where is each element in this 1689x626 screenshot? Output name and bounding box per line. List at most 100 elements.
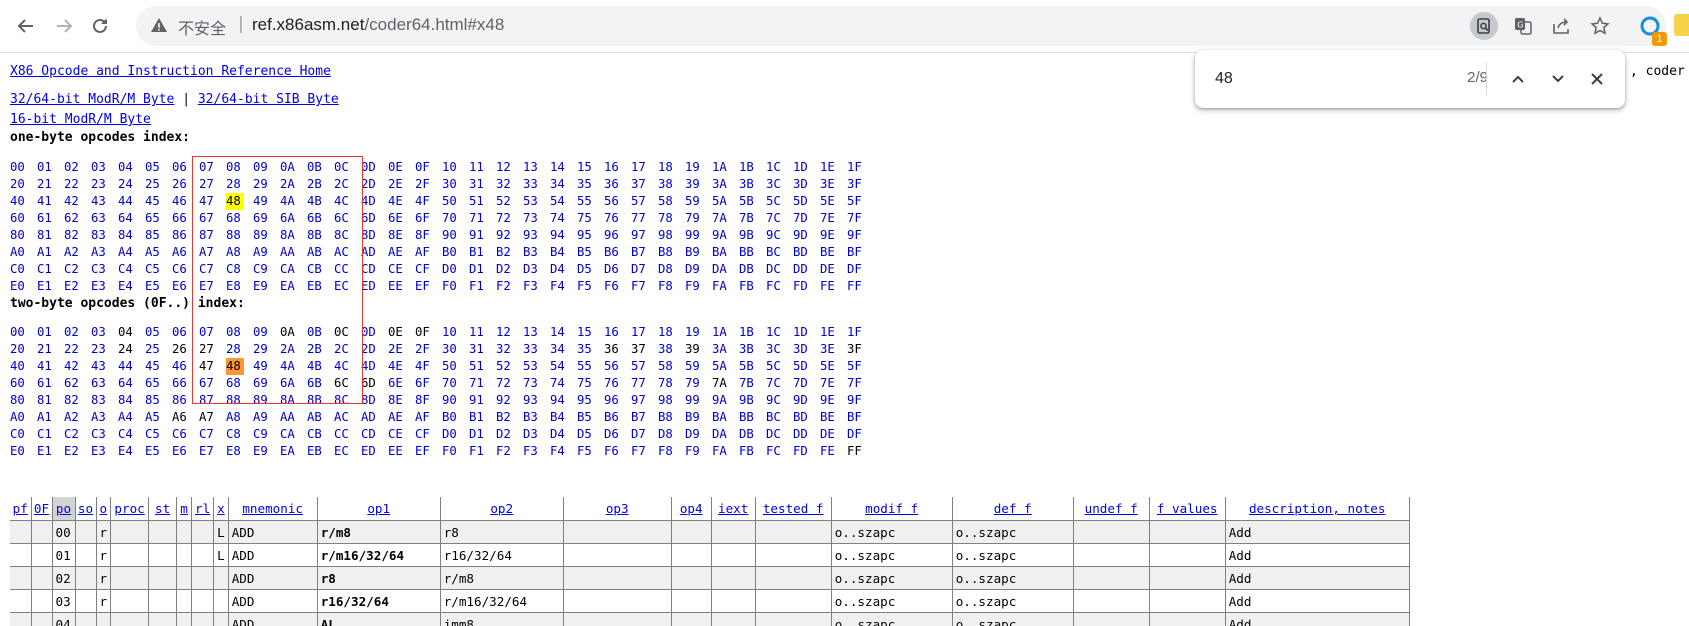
opcode-link-78[interactable]: 78 — [658, 375, 685, 392]
opcode-link-C7[interactable]: C7 — [199, 261, 226, 278]
opcode-link-A3[interactable]: A3 — [91, 409, 118, 426]
opcode-link-BF[interactable]: BF — [847, 244, 874, 261]
link-sib-3264[interactable]: 32/64-bit SIB Byte — [198, 92, 339, 107]
url-text[interactable]: ref.x86asm.net/coder64.html#x48 — [252, 15, 504, 35]
opcode-link-4A[interactable]: 4A — [280, 193, 307, 210]
opcode-link-F8[interactable]: F8 — [658, 278, 685, 295]
opcode-link-44[interactable]: 44 — [118, 358, 145, 375]
opcode-link-77[interactable]: 77 — [631, 210, 658, 227]
opcode-link-8D[interactable]: 8D — [361, 392, 388, 409]
opcode-link-DE[interactable]: DE — [820, 426, 847, 443]
opcode-link-99[interactable]: 99 — [685, 227, 712, 244]
opcode-link-E6[interactable]: E6 — [172, 278, 199, 295]
opcode-link-05[interactable]: 05 — [145, 159, 172, 176]
column-header[interactable]: op3 — [563, 497, 672, 521]
opcode-link-F2[interactable]: F2 — [496, 443, 523, 460]
opcode-link-E7[interactable]: E7 — [199, 278, 226, 295]
opcode-link-F4[interactable]: F4 — [550, 443, 577, 460]
opcode-link-6B[interactable]: 6B — [307, 210, 334, 227]
opcode-link-EC[interactable]: EC — [334, 443, 361, 460]
opcode-link-35[interactable]: 35 — [577, 176, 604, 193]
opcode-link-BB[interactable]: BB — [739, 244, 766, 261]
opcode-link-72[interactable]: 72 — [496, 210, 523, 227]
opcode-link-19[interactable]: 19 — [685, 159, 712, 176]
opcode-link-D5[interactable]: D5 — [577, 426, 604, 443]
opcode-link-53[interactable]: 53 — [523, 358, 550, 375]
opcode-link-85[interactable]: 85 — [145, 392, 172, 409]
opcode-link-12[interactable]: 12 — [496, 159, 523, 176]
opcode-link-05[interactable]: 05 — [145, 324, 172, 341]
bookmark-button[interactable] — [1586, 12, 1614, 40]
opcode-link-A8[interactable]: A8 — [226, 244, 253, 261]
opcode-link-1D[interactable]: 1D — [793, 324, 820, 341]
column-header[interactable]: op4 — [671, 497, 712, 521]
opcode-link-BE[interactable]: BE — [820, 244, 847, 261]
opcode-link-5C[interactable]: 5C — [766, 358, 793, 375]
opcode-link-FE[interactable]: FE — [820, 278, 847, 295]
opcode-link-75[interactable]: 75 — [577, 375, 604, 392]
opcode-link-E3[interactable]: E3 — [91, 443, 118, 460]
opcode-link-D3[interactable]: D3 — [523, 261, 550, 278]
opcode-link-41[interactable]: 41 — [37, 193, 64, 210]
opcode-link-D7[interactable]: D7 — [631, 426, 658, 443]
opcode-link-02[interactable]: 02 — [64, 324, 91, 341]
opcode-link-DC[interactable]: DC — [766, 426, 793, 443]
opcode-link-2E[interactable]: 2E — [388, 341, 415, 358]
opcode-link-48[interactable]: 48 — [226, 358, 244, 375]
opcode-link-1C[interactable]: 1C — [766, 159, 793, 176]
opcode-link-14[interactable]: 14 — [550, 159, 577, 176]
opcode-link-0B[interactable]: 0B — [307, 159, 334, 176]
opcode-link-B5[interactable]: B5 — [577, 244, 604, 261]
opcode-link-3F[interactable]: 3F — [847, 176, 874, 193]
opcode-link-44[interactable]: 44 — [118, 193, 145, 210]
opcode-link-7C[interactable]: 7C — [766, 375, 793, 392]
opcode-link-D1[interactable]: D1 — [469, 426, 496, 443]
column-header[interactable]: f values — [1149, 497, 1226, 521]
opcode-link-DD[interactable]: DD — [793, 426, 820, 443]
opcode-link-A8[interactable]: A8 — [226, 409, 253, 426]
opcode-link-41[interactable]: 41 — [37, 358, 64, 375]
column-header[interactable]: modif f — [831, 497, 953, 521]
opcode-link-DB[interactable]: DB — [739, 426, 766, 443]
opcode-link-F2[interactable]: F2 — [496, 278, 523, 295]
opcode-link-E1[interactable]: E1 — [37, 278, 64, 295]
opcode-link-CA[interactable]: CA — [280, 426, 307, 443]
opcode-link-DF[interactable]: DF — [847, 261, 874, 278]
opcode-link-9E[interactable]: 9E — [820, 392, 847, 409]
opcode-link-85[interactable]: 85 — [145, 227, 172, 244]
opcode-link-F9[interactable]: F9 — [685, 278, 712, 295]
opcode-link-AD[interactable]: AD — [361, 244, 388, 261]
opcode-link-16[interactable]: 16 — [604, 324, 631, 341]
opcode-link-A2[interactable]: A2 — [64, 244, 91, 261]
opcode-link-1C[interactable]: 1C — [766, 324, 793, 341]
opcode-link-D7[interactable]: D7 — [631, 261, 658, 278]
opcode-link-40[interactable]: 40 — [10, 193, 37, 210]
column-header-link[interactable]: description, notes — [1249, 501, 1385, 516]
opcode-link-94[interactable]: 94 — [550, 392, 577, 409]
opcode-link-9D[interactable]: 9D — [793, 227, 820, 244]
opcode-link-55[interactable]: 55 — [577, 193, 604, 210]
opcode-link-5B[interactable]: 5B — [739, 193, 766, 210]
opcode-link-87[interactable]: 87 — [199, 392, 226, 409]
column-header[interactable]: o — [96, 497, 112, 521]
opcode-link-D6[interactable]: D6 — [604, 426, 631, 443]
opcode-link-01[interactable]: 01 — [37, 159, 64, 176]
opcode-link-74[interactable]: 74 — [550, 375, 577, 392]
opcode-link-7D[interactable]: 7D — [793, 210, 820, 227]
opcode-link-0D[interactable]: 0D — [361, 324, 388, 341]
opcode-link-22[interactable]: 22 — [64, 176, 91, 193]
opcode-link-8B[interactable]: 8B — [307, 227, 334, 244]
opcode-link-80[interactable]: 80 — [10, 227, 37, 244]
column-header-link[interactable]: m — [180, 501, 188, 516]
column-header[interactable]: st — [148, 497, 178, 521]
opcode-link-10[interactable]: 10 — [442, 159, 469, 176]
opcode-link-66[interactable]: 66 — [172, 375, 199, 392]
opcode-link-08[interactable]: 08 — [226, 159, 253, 176]
opcode-link-F5[interactable]: F5 — [577, 278, 604, 295]
opcode-link-76[interactable]: 76 — [604, 210, 631, 227]
column-header[interactable]: m — [176, 497, 193, 521]
opcode-link-6E[interactable]: 6E — [388, 375, 415, 392]
column-header-link[interactable]: proc — [114, 501, 144, 516]
opcode-link-B7[interactable]: B7 — [631, 244, 658, 261]
opcode-link-08[interactable]: 08 — [226, 324, 253, 341]
